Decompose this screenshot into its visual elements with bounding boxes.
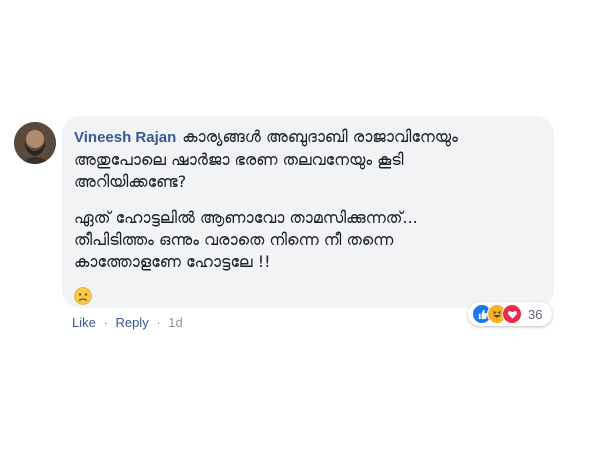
like-link[interactable]: Like [72, 315, 96, 330]
comment-actions: Like · Reply · 1d [72, 315, 183, 330]
comment-text-line: തീപിടിത്തം ഒന്നും വരാതെ നിന്നെ നീ തന്നെ [74, 230, 394, 249]
separator-dot: · [156, 315, 161, 330]
separator-dot: · [103, 315, 108, 330]
comment-text-line: അറിയിക്കണ്ടേ? [74, 172, 187, 191]
comment-text-line: ഏത് ഹോട്ടലിൽ ആണാവോ താമസിക്കുന്നത്... [74, 208, 418, 227]
author-name[interactable]: Vineesh Rajan [74, 129, 176, 146]
reply-link[interactable]: Reply [115, 315, 148, 330]
comment-bubble: Vineesh Rajan കാര്യങ്ങൾ അബുദാബി രാജാവിനേയ… [62, 116, 554, 308]
reaction-count: 36 [528, 306, 543, 322]
comment-text-line: അതുപോലെ ഷാർജാ ഭരണ തലവനേയും കൂടി [74, 150, 404, 169]
reactions-summary[interactable]: 36 [468, 302, 553, 326]
comment-text-line: കാത്തോളണേ ഹോട്ടലേ !! [74, 252, 271, 271]
comment-text-line: കാര്യങ്ങൾ അബുദാബി രാജാവിനേയും [182, 127, 458, 146]
timestamp[interactable]: 1d [168, 315, 182, 330]
comment-line: Vineesh Rajan കാര്യങ്ങൾ അബുദാബി രാജാവിനേയ… [74, 126, 542, 149]
worried-face-icon [74, 287, 92, 305]
love-icon [502, 304, 522, 324]
avatar[interactable] [14, 122, 56, 164]
